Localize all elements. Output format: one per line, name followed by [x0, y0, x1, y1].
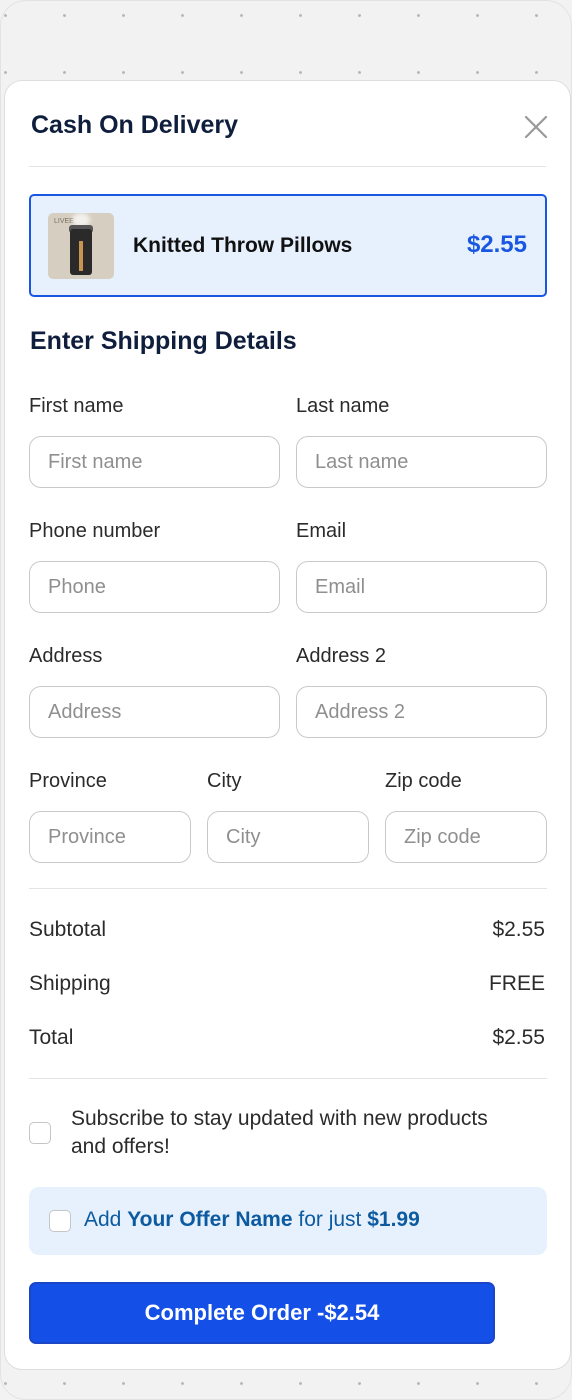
- modal-title: Cash On Delivery: [31, 111, 239, 139]
- phone-label: Phone number: [29, 520, 161, 542]
- divider: [29, 888, 547, 889]
- product-image: LIVEE: [48, 213, 114, 279]
- complete-order-button[interactable]: Complete Order -$2.54: [29, 1282, 495, 1344]
- total-value: $2.55: [492, 1026, 545, 1049]
- offer-text: Add Your Offer Name for just $1.99: [84, 1208, 420, 1232]
- total-label: Total: [29, 1026, 74, 1049]
- subtotal-value: $2.55: [492, 918, 545, 941]
- subscribe-checkbox[interactable]: [29, 1122, 51, 1144]
- subscribe-text: Subscribe to stay updated with new produ…: [71, 1107, 488, 1158]
- shipping-value: FREE: [488, 972, 545, 995]
- shipping-section-title: Enter Shipping Details: [30, 327, 297, 355]
- zip-label: Zip code: [385, 770, 462, 792]
- address2-input[interactable]: [296, 686, 547, 738]
- product-name: Knitted Throw Pillows: [133, 234, 353, 257]
- offer-middle: for just: [292, 1208, 368, 1231]
- product-price: $2.55: [466, 231, 527, 258]
- first-name-input[interactable]: [29, 436, 280, 488]
- product-card: LIVEE Knitted Throw Pillows $2.55: [29, 194, 547, 297]
- city-label: City: [207, 770, 242, 792]
- offer-price: $1.99: [367, 1208, 420, 1231]
- province-label: Province: [29, 770, 107, 792]
- subtotal-label: Subtotal: [29, 918, 107, 941]
- product-image-brand: LIVEE: [54, 218, 74, 225]
- email-label: Email: [296, 520, 347, 542]
- shipping-label: Shipping: [29, 972, 111, 995]
- address-input[interactable]: [29, 686, 280, 738]
- phone-input[interactable]: [29, 561, 280, 613]
- checkout-modal: Cash On Delivery LIVEE Knitted Throw Pil…: [4, 80, 571, 1370]
- last-name-input[interactable]: [296, 436, 547, 488]
- city-input[interactable]: [207, 811, 369, 863]
- last-name-label: Last name: [296, 395, 390, 417]
- modal-header: Cash On Delivery: [29, 81, 549, 167]
- email-input[interactable]: [296, 561, 547, 613]
- first-name-label: First name: [29, 395, 124, 417]
- divider: [29, 1078, 547, 1079]
- offer-checkbox[interactable]: [49, 1210, 71, 1232]
- offer-name: Your Offer Name: [127, 1208, 293, 1231]
- address2-label: Address 2: [296, 645, 387, 667]
- offer-prefix: Add: [84, 1208, 128, 1231]
- close-icon[interactable]: [523, 114, 549, 140]
- address-label: Address: [29, 645, 103, 667]
- zip-input[interactable]: [385, 811, 547, 863]
- offer-upsell[interactable]: Add Your Offer Name for just $1.99: [29, 1187, 547, 1255]
- province-input[interactable]: [29, 811, 191, 863]
